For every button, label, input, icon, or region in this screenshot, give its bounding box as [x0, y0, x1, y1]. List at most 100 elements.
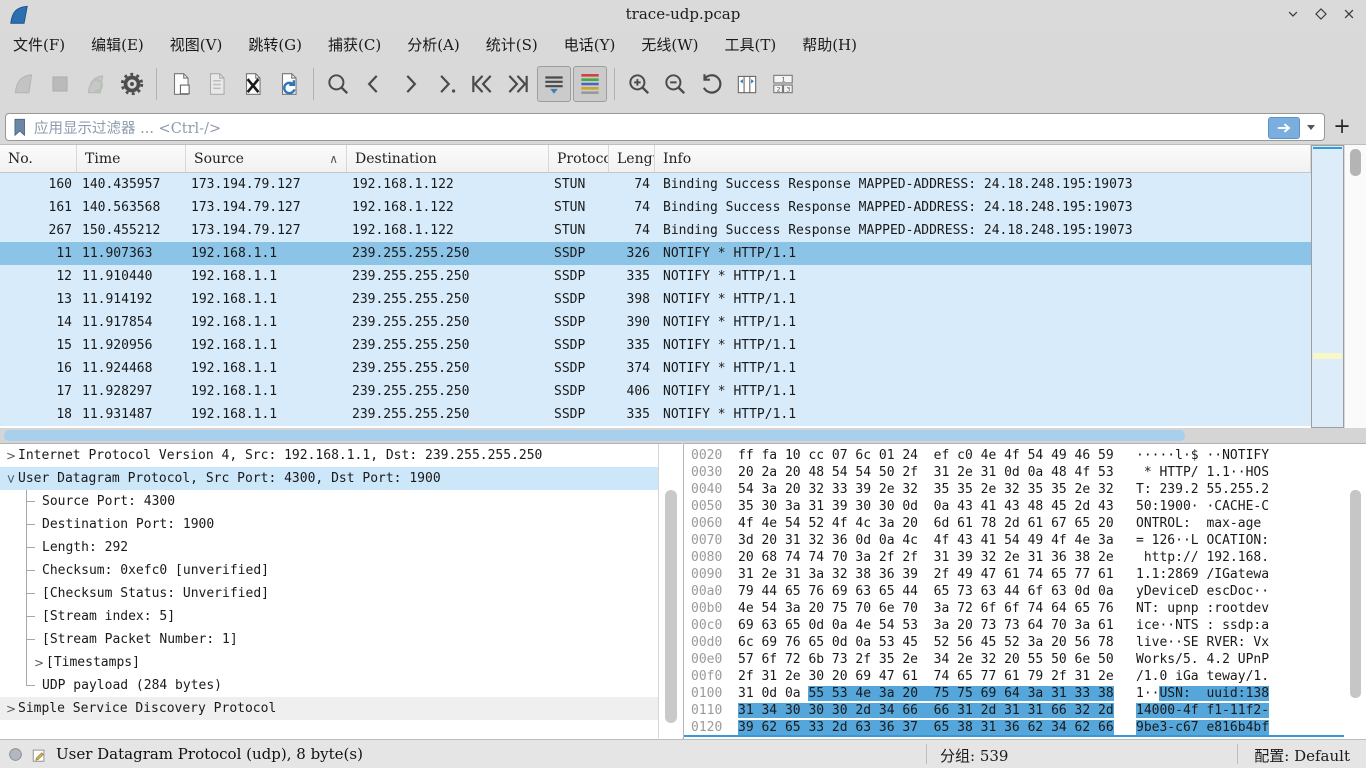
menu-item-analyze[interactable]: 分析(A) [394, 31, 473, 57]
detail-row[interactable]: UDP payload (284 bytes) [0, 674, 682, 697]
hex-row[interactable]: 00f02f 31 2e 30 20 69 47 61 74 65 77 61 … [684, 668, 1366, 685]
ascii-bytes[interactable]: yDeviceD escDoc·· [1136, 583, 1366, 600]
layout-button[interactable] [766, 66, 800, 102]
column-header-no[interactable]: No. [0, 145, 77, 172]
expander-icon[interactable]: > [4, 702, 18, 716]
bytes-vertical-scrollbar[interactable] [1345, 444, 1366, 738]
scrollbar-thumb[interactable] [665, 490, 677, 723]
details-vertical-scrollbar[interactable] [658, 444, 683, 738]
detail-row[interactable]: [Stream Packet Number: 1] [0, 628, 682, 651]
hex-row[interactable]: 010031 0d 0a 55 53 4e 3a 20 75 75 69 64 … [684, 685, 1366, 702]
menu-item-file[interactable]: 文件(F) [0, 31, 78, 57]
next-packet-button[interactable] [393, 66, 427, 102]
expander-icon[interactable]: > [4, 472, 18, 486]
ascii-bytes[interactable]: 1··USN: uuid:138 [1136, 685, 1366, 702]
hex-bytes[interactable]: 79 44 65 76 69 63 65 44 65 73 63 44 6f 6… [738, 583, 1136, 600]
column-header-info[interactable]: Info [655, 145, 1311, 172]
column-header-destination[interactable]: Destination [347, 145, 549, 172]
ascii-bytes[interactable]: 9be3-c67 e816b4bf [1136, 719, 1366, 736]
hex-row[interactable]: 00604f 4e 54 52 4f 4c 3a 20 6d 61 78 2d … [684, 515, 1366, 532]
hex-row[interactable]: 011031 34 30 30 30 2d 34 66 66 31 2d 31 … [684, 702, 1366, 719]
colorize-button[interactable] [573, 66, 607, 102]
capture-options-button[interactable] [115, 66, 149, 102]
hex-bytes[interactable]: 4f 4e 54 52 4f 4c 3a 20 6d 61 78 2d 61 6… [738, 515, 1136, 532]
hex-bytes[interactable]: 35 30 3a 31 39 30 30 0d 0a 43 41 43 48 4… [738, 498, 1136, 515]
hex-row[interactable]: 0020ff fa 10 cc 07 6c 01 24 ef c0 4e 4f … [684, 447, 1366, 464]
ascii-bytes[interactable]: = 126··L OCATION: [1136, 532, 1366, 549]
menu-item-help[interactable]: 帮助(H) [789, 31, 870, 57]
detail-row[interactable]: >Internet Protocol Version 4, Src: 192.1… [0, 444, 682, 467]
expander-icon[interactable]: > [4, 449, 18, 463]
hex-bytes[interactable]: 54 3a 20 32 33 39 2e 32 35 35 2e 32 35 3… [738, 481, 1136, 498]
hex-bytes[interactable]: ff fa 10 cc 07 6c 01 24 ef c0 4e 4f 54 4… [738, 447, 1136, 464]
file-open-button[interactable] [164, 66, 198, 102]
expert-info-icon[interactable] [8, 747, 23, 762]
hex-row[interactable]: 012039 62 65 33 2d 63 36 37 65 38 31 36 … [684, 719, 1366, 736]
hex-row[interactable]: 008020 68 74 74 70 3a 2f 2f 31 39 32 2e … [684, 549, 1366, 566]
detail-row[interactable]: [Checksum Status: Unverified] [0, 582, 682, 605]
menu-item-edit[interactable]: 编辑(E) [78, 31, 157, 57]
packet-row[interactable]: 1411.917854192.168.1.1239.255.255.250SSD… [0, 311, 1311, 334]
packet-row[interactable]: 1311.914192192.168.1.1239.255.255.250SSD… [0, 288, 1311, 311]
packet-row[interactable]: 1711.928297192.168.1.1239.255.255.250SSD… [0, 380, 1311, 403]
detail-row[interactable]: [Stream index: 5] [0, 605, 682, 628]
packet-row[interactable]: 1611.924468192.168.1.1239.255.255.250SSD… [0, 357, 1311, 380]
packet-row[interactable]: 1211.910440192.168.1.1239.255.255.250SSD… [0, 265, 1311, 288]
zoom-in-button[interactable] [622, 66, 656, 102]
ascii-bytes[interactable]: T: 239.2 55.255.2 [1136, 481, 1366, 498]
detail-row[interactable]: >User Datagram Protocol, Src Port: 4300,… [0, 467, 682, 490]
ascii-bytes[interactable]: ·····l·$ ··NOTIFY [1136, 447, 1366, 464]
packet-list-minimap[interactable] [1311, 145, 1344, 428]
hex-bytes[interactable]: 20 68 74 74 70 3a 2f 2f 31 39 32 2e 31 3… [738, 549, 1136, 566]
goto-packet-button[interactable] [429, 66, 463, 102]
expander-icon[interactable]: > [32, 656, 46, 670]
previous-packet-button[interactable] [357, 66, 391, 102]
ascii-bytes[interactable]: /1.0 iGa teway/1. [1136, 668, 1366, 685]
hex-bytes[interactable]: 57 6f 72 6b 73 2f 35 2e 34 2e 32 20 55 5… [738, 651, 1136, 668]
find-packet-button[interactable] [321, 66, 355, 102]
hex-row[interactable]: 009031 2e 31 3a 32 38 36 39 2f 49 47 61 … [684, 566, 1366, 583]
ascii-bytes[interactable]: Works/5. 4.2 UPnP [1136, 651, 1366, 668]
maximize-button[interactable] [1312, 5, 1330, 23]
ascii-bytes[interactable]: live··SE RVER: Vx [1136, 634, 1366, 651]
packet-list-horizontal-scrollbar[interactable] [0, 428, 1366, 443]
hex-bytes[interactable]: 2f 31 2e 30 20 69 47 61 74 65 77 61 79 2… [738, 668, 1136, 685]
detail-row[interactable]: Destination Port: 1900 [0, 513, 682, 536]
menu-item-telephony[interactable]: 电话(Y) [551, 31, 629, 57]
scrollbar-thumb[interactable] [1350, 490, 1361, 698]
capture-comment-icon[interactable] [31, 747, 47, 763]
hex-bytes[interactable]: 31 0d 0a 55 53 4e 3a 20 75 75 69 64 3a 3… [738, 685, 1136, 702]
detail-row[interactable]: Source Port: 4300 [0, 490, 682, 513]
close-button[interactable] [1340, 5, 1358, 23]
hex-row[interactable]: 003020 2a 20 48 54 54 50 2f 31 2e 31 0d … [684, 464, 1366, 481]
file-save-button[interactable] [200, 66, 234, 102]
ascii-bytes[interactable]: 1.1:2869 /IGatewa [1136, 566, 1366, 583]
status-profile[interactable]: 配置: Default [1254, 745, 1350, 766]
auto-scroll-button[interactable] [537, 66, 571, 102]
menu-item-wireless[interactable]: 无线(W) [628, 31, 711, 57]
hex-bytes[interactable]: 31 2e 31 3a 32 38 36 39 2f 49 47 61 74 6… [738, 566, 1136, 583]
capture-start-button[interactable] [7, 66, 41, 102]
ascii-bytes[interactable]: NT: upnp :rootdev [1136, 600, 1366, 617]
capture-restart-button[interactable] [79, 66, 113, 102]
menu-item-view[interactable]: 视图(V) [157, 31, 236, 57]
ascii-bytes[interactable]: 14000-4f f1-11f2- [1136, 702, 1366, 719]
filter-bookmark-icon[interactable] [12, 118, 27, 137]
scrollbar-thumb[interactable] [4, 430, 1185, 441]
detail-row[interactable]: >[Timestamps] [0, 651, 682, 674]
filter-add-button[interactable]: + [1332, 113, 1352, 139]
ascii-bytes[interactable]: ONTROL: max-age [1136, 515, 1366, 532]
column-header-time[interactable]: Time [77, 145, 186, 172]
detail-row[interactable]: >Simple Service Discovery Protocol [0, 697, 682, 720]
packet-row[interactable]: 160140.435957173.194.79.127192.168.1.122… [0, 173, 1311, 196]
hex-row[interactable]: 00c069 63 65 0d 0a 4e 54 53 3a 20 73 73 … [684, 617, 1366, 634]
hex-row[interactable]: 005035 30 3a 31 39 30 30 0d 0a 43 41 43 … [684, 498, 1366, 515]
menu-item-statistics[interactable]: 统计(S) [473, 31, 551, 57]
packet-row[interactable]: 267150.455212173.194.79.127192.168.1.122… [0, 219, 1311, 242]
last-packet-button[interactable] [501, 66, 535, 102]
hex-row[interactable]: 00703d 20 31 32 36 0d 0a 4c 4f 43 41 54 … [684, 532, 1366, 549]
zoom-out-button[interactable] [658, 66, 692, 102]
minimize-button[interactable] [1284, 5, 1302, 23]
packet-row[interactable]: 1811.931487192.168.1.1239.255.255.250SSD… [0, 403, 1311, 426]
hex-bytes[interactable]: 4e 54 3a 20 75 70 6e 70 3a 72 6f 6f 74 6… [738, 600, 1136, 617]
